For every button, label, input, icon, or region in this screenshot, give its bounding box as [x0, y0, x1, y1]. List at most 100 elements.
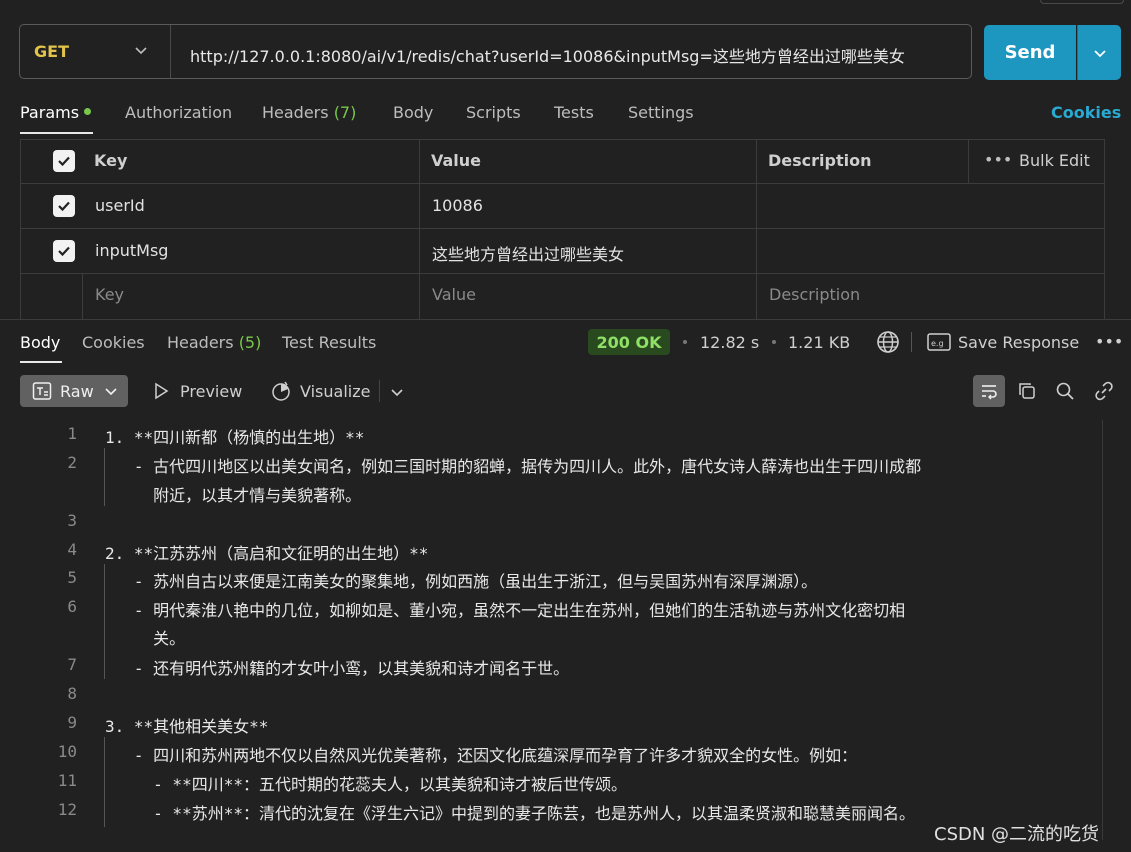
- select-all-checkbox[interactable]: [53, 150, 75, 172]
- bulk-edit-button[interactable]: Bulk Edit: [1019, 151, 1090, 170]
- param-checkbox-inputmsg[interactable]: [53, 240, 75, 262]
- more-options-icon[interactable]: •••: [1095, 332, 1123, 351]
- response-tab-headers[interactable]: Headers (5): [167, 333, 261, 352]
- line-number: 8: [67, 684, 77, 703]
- separator-dot: [772, 340, 776, 344]
- response-tab-cookies[interactable]: Cookies: [82, 333, 145, 352]
- cookies-link[interactable]: Cookies: [1051, 103, 1121, 122]
- format-select-raw[interactable]: Raw: [20, 375, 128, 407]
- column-header-description: Description: [768, 151, 872, 170]
- tab-params[interactable]: Params: [20, 103, 92, 122]
- code-line-wrap: 关。: [105, 629, 186, 648]
- chevron-down-icon: [105, 388, 117, 396]
- send-button[interactable]: Send: [984, 25, 1076, 80]
- section-divider: [0, 319, 1131, 320]
- link-icon: [1095, 381, 1113, 401]
- tab-tests[interactable]: Tests: [554, 103, 594, 122]
- method-select[interactable]: GET: [34, 42, 69, 61]
- line-number: 10: [57, 742, 77, 761]
- response-tab-test-results[interactable]: Test Results: [282, 333, 376, 352]
- visualize-button[interactable]: Visualize: [300, 382, 370, 401]
- table-border: [20, 273, 1105, 274]
- text-format-icon: [32, 382, 52, 400]
- toolbar-divider: [379, 380, 380, 402]
- check-icon: [58, 156, 70, 167]
- method-divider: [170, 25, 171, 78]
- search-button[interactable]: [1049, 375, 1081, 407]
- line-number: 9: [67, 713, 77, 732]
- scrollbar-track[interactable]: [1102, 420, 1103, 840]
- response-size[interactable]: 1.21 KB: [788, 333, 850, 352]
- new-param-value-input[interactable]: Value: [432, 285, 476, 304]
- window-control-stub: [1040, 0, 1124, 4]
- check-icon: [58, 246, 70, 257]
- copy-button[interactable]: [1011, 375, 1043, 407]
- more-icon[interactable]: •••: [984, 150, 1012, 169]
- line-number: 7: [67, 655, 77, 674]
- response-tab-body[interactable]: Body: [20, 333, 60, 352]
- table-border: [20, 139, 21, 319]
- watermark: CSDN @二流的吃货: [934, 824, 1100, 845]
- link-button[interactable]: [1088, 375, 1120, 407]
- table-border: [82, 273, 83, 319]
- param-value-input[interactable]: 10086: [432, 196, 483, 215]
- code-line-wrap: 附近，以其才情与美貌著称。: [105, 486, 362, 505]
- copy-icon: [1019, 383, 1035, 399]
- line-number: 1: [67, 424, 77, 443]
- table-border: [419, 139, 420, 319]
- table-border: [756, 139, 757, 319]
- new-param-description-input[interactable]: Description: [769, 285, 860, 304]
- check-icon: [58, 201, 70, 212]
- tab-settings[interactable]: Settings: [628, 103, 694, 122]
- url-input[interactable]: http://127.0.0.1:8080/ai/v1/redis/chat?u…: [190, 43, 905, 67]
- separator-dot: [683, 340, 687, 344]
- line-number: 3: [67, 511, 77, 530]
- param-key-input[interactable]: inputMsg: [95, 241, 168, 260]
- play-icon[interactable]: [152, 382, 170, 404]
- code-line: - 四川和苏州两地不仅以自然风光优美著称，还因文化底蕴深厚而孕育了许多才貌双全的…: [105, 746, 858, 765]
- code-line: - 还有明代苏州籍的才女叶小鸾，以其美貌和诗才闻名于世。: [105, 659, 570, 678]
- globe-icon[interactable]: [876, 330, 900, 358]
- line-number: 2: [67, 453, 77, 472]
- tab-body[interactable]: Body: [393, 103, 433, 122]
- line-number: 4: [67, 540, 77, 559]
- tab-params-underline: [20, 132, 93, 134]
- new-param-key-input[interactable]: Key: [95, 285, 124, 304]
- code-line: - 古代四川地区以出美女闻名，例如三国时期的貂蝉，据传为四川人。此外，唐代女诗人…: [105, 457, 922, 476]
- param-checkbox-userid[interactable]: [53, 195, 75, 217]
- line-number: 6: [67, 597, 77, 616]
- line-number: 12: [57, 800, 77, 819]
- tab-scripts[interactable]: Scripts: [466, 103, 521, 122]
- tab-headers[interactable]: Headers (7): [262, 103, 356, 122]
- table-border: [1104, 139, 1105, 319]
- table-border: [20, 183, 1105, 184]
- svg-text:e.g: e.g: [931, 339, 944, 348]
- code-line: 3. **其他相关美女**: [105, 717, 269, 736]
- column-header-value: Value: [431, 151, 482, 170]
- table-border: [20, 139, 1105, 140]
- chevron-down-icon[interactable]: [133, 42, 149, 58]
- status-badge[interactable]: 200 OK: [588, 329, 670, 355]
- search-icon: [1056, 382, 1074, 400]
- tab-authorization[interactable]: Authorization: [125, 103, 232, 122]
- code-line: - 苏州自古以来便是江南美女的聚集地，例如西施（虽出生于浙江，但与吴国苏州有深厚…: [105, 572, 818, 591]
- code-line: 2. **江苏苏州（高启和文征明的出生地）**: [105, 544, 429, 563]
- save-response-icon[interactable]: e.g: [927, 332, 951, 356]
- preview-button[interactable]: Preview: [180, 382, 242, 401]
- line-number: 11: [57, 771, 77, 790]
- response-tab-underline: [20, 361, 62, 363]
- meta-divider: [911, 332, 912, 352]
- param-value-input[interactable]: 这些地方曾经出过哪些美女: [432, 241, 624, 265]
- send-options-button[interactable]: [1077, 25, 1121, 80]
- code-line: 1. **四川新都（杨慎的出生地）**: [105, 428, 365, 447]
- line-number: 5: [67, 568, 77, 587]
- save-response-button[interactable]: Save Response: [958, 333, 1079, 352]
- chevron-down-icon[interactable]: [389, 384, 405, 404]
- chevron-down-icon: [1093, 49, 1106, 57]
- visualize-icon[interactable]: [270, 380, 292, 406]
- wrap-lines-button[interactable]: [973, 375, 1005, 407]
- wrap-icon: [982, 385, 997, 400]
- params-active-dot: [84, 108, 92, 115]
- param-key-input[interactable]: userId: [95, 196, 145, 215]
- response-time[interactable]: 12.82 s: [700, 333, 759, 352]
